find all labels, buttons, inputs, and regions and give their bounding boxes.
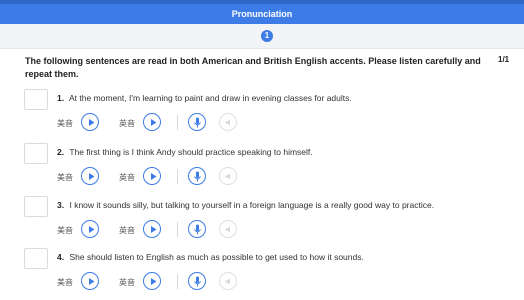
play-american-button[interactable] <box>81 272 99 290</box>
british-accent-label: 英音 <box>119 173 135 182</box>
play-icon <box>89 226 95 233</box>
record-button[interactable] <box>188 272 206 290</box>
sentence-text: 3. I know it sounds silly, but talking t… <box>57 200 497 210</box>
page-title: Pronunciation <box>231 9 293 19</box>
sentence-number: 4. <box>57 252 65 262</box>
divider <box>177 274 178 289</box>
sentence-item: 4. She should listen to English as much … <box>0 248 524 300</box>
american-accent-label: 美音 <box>57 173 73 182</box>
microphone-icon <box>194 117 201 128</box>
play-icon <box>89 278 95 285</box>
page-count: 1/1 <box>498 55 510 64</box>
play-british-button[interactable] <box>143 113 161 131</box>
sentence-item: 3. I know it sounds silly, but talking t… <box>0 196 524 248</box>
divider <box>177 222 178 237</box>
playback-button[interactable] <box>219 113 237 131</box>
british-accent-label: 英音 <box>119 226 135 235</box>
page-number-badge[interactable]: 1 <box>261 30 273 42</box>
play-icon <box>151 226 157 233</box>
playback-button[interactable] <box>219 167 237 185</box>
american-accent-label: 美音 <box>57 278 73 287</box>
speaker-icon <box>225 119 230 126</box>
american-accent-label: 美音 <box>57 119 73 128</box>
play-icon <box>151 119 157 126</box>
microphone-icon <box>194 276 201 287</box>
play-british-button[interactable] <box>143 272 161 290</box>
sentence-content: The first thing is I think Andy should p… <box>69 147 313 157</box>
sentence-text: 2. The first thing is I think Andy shoul… <box>57 147 497 157</box>
answer-box[interactable] <box>24 196 48 217</box>
play-icon <box>151 173 157 180</box>
sentence-content: She should listen to English as much as … <box>69 252 364 262</box>
speaker-icon <box>225 173 230 180</box>
microphone-icon <box>194 224 201 235</box>
play-british-button[interactable] <box>143 220 161 238</box>
record-button[interactable] <box>188 113 206 131</box>
sentence-number: 3. <box>57 200 65 210</box>
sentence-content: At the moment, I'm learning to paint and… <box>69 93 352 103</box>
playback-button[interactable] <box>219 272 237 290</box>
sentence-content: I know it sounds silly, but talking to y… <box>69 200 435 210</box>
play-icon <box>89 173 95 180</box>
answer-box[interactable] <box>24 143 48 164</box>
british-accent-label: 英音 <box>119 119 135 128</box>
sentence-text: 4. She should listen to English as much … <box>57 252 497 262</box>
play-icon <box>89 119 95 126</box>
play-american-button[interactable] <box>81 220 99 238</box>
page-indicator-bar: 1 <box>0 24 524 49</box>
play-icon <box>151 278 157 285</box>
speaker-icon <box>225 278 230 285</box>
audio-controls: 美音 英音 <box>57 272 257 292</box>
record-button[interactable] <box>188 220 206 238</box>
audio-controls: 美音 英音 <box>57 113 257 133</box>
british-accent-label: 英音 <box>119 278 135 287</box>
divider <box>177 169 178 184</box>
audio-controls: 美音 英音 <box>57 167 257 187</box>
sentence-number: 2. <box>57 147 65 157</box>
divider <box>177 115 178 130</box>
play-american-button[interactable] <box>81 167 99 185</box>
speaker-icon <box>225 226 230 233</box>
header-bar: Pronunciation <box>0 0 524 24</box>
microphone-icon <box>194 171 201 182</box>
sentence-item: 1. At the moment, I'm learning to paint … <box>0 89 524 141</box>
record-button[interactable] <box>188 167 206 185</box>
answer-box[interactable] <box>24 89 48 110</box>
play-british-button[interactable] <box>143 167 161 185</box>
sentence-number: 1. <box>57 93 65 103</box>
play-american-button[interactable] <box>81 113 99 131</box>
sentence-text: 1. At the moment, I'm learning to paint … <box>57 93 497 103</box>
playback-button[interactable] <box>219 220 237 238</box>
instructions-text: The following sentences are read in both… <box>25 56 481 79</box>
sentence-item: 2. The first thing is I think Andy shoul… <box>0 143 524 195</box>
american-accent-label: 美音 <box>57 226 73 235</box>
answer-box[interactable] <box>24 248 48 269</box>
audio-controls: 美音 英音 <box>57 220 257 240</box>
